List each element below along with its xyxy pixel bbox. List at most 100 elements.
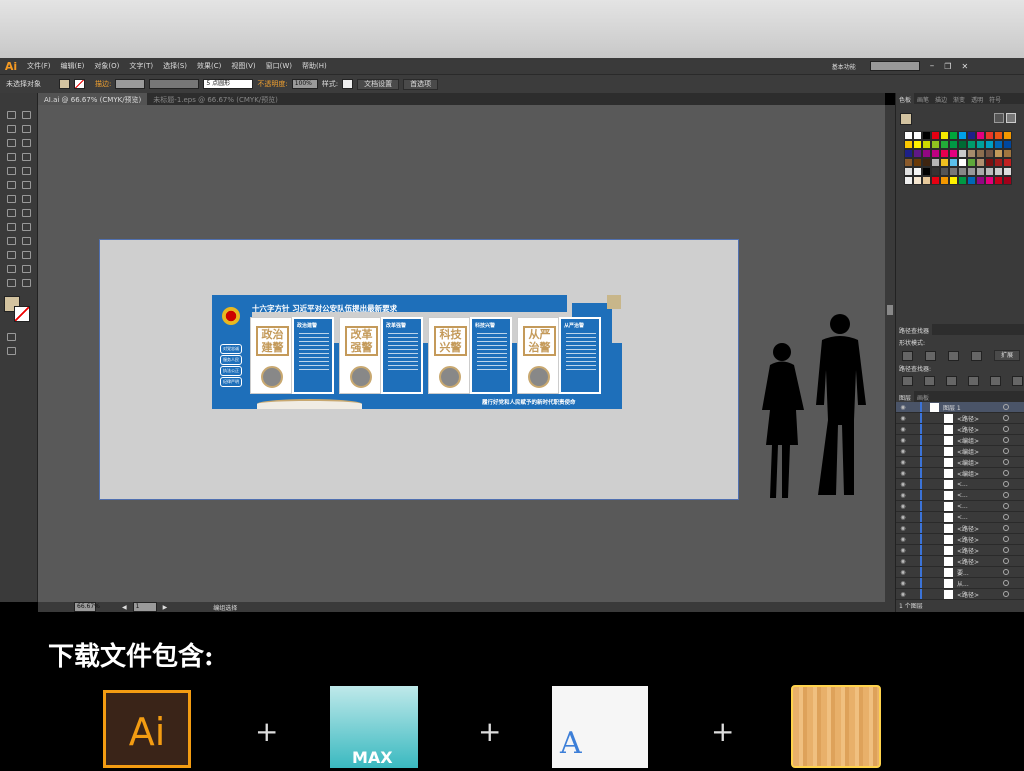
outline-icon[interactable] — [990, 376, 1001, 386]
visibility-eye-icon[interactable]: ◉ — [896, 569, 910, 576]
selection-tool-icon[interactable] — [7, 111, 16, 119]
menu-edit[interactable]: 编辑(E) — [61, 61, 85, 71]
layer-row[interactable]: ◉ <路径> — [896, 534, 1024, 545]
swatch[interactable] — [994, 140, 1003, 149]
preferences-button[interactable]: 首选项 — [403, 78, 439, 90]
menu-type[interactable]: 文字(T) — [129, 61, 153, 71]
swatch[interactable] — [994, 149, 1003, 158]
visibility-eye-icon[interactable]: ◉ — [896, 591, 910, 598]
rectangle-tool-icon[interactable] — [22, 153, 31, 161]
fill-swatch[interactable] — [59, 79, 70, 89]
swatch[interactable] — [922, 131, 931, 140]
swatch[interactable] — [976, 176, 985, 185]
unite-icon[interactable] — [902, 350, 913, 361]
visibility-eye-icon[interactable]: ◉ — [896, 514, 910, 521]
swatch[interactable] — [958, 131, 967, 140]
swatch[interactable] — [922, 140, 931, 149]
swatch[interactable] — [967, 176, 976, 185]
eyedropper-icon[interactable] — [7, 237, 16, 245]
tab-swatches[interactable]: 色板 — [896, 93, 915, 104]
zoom-tool-icon[interactable] — [22, 279, 31, 287]
swatch[interactable] — [967, 158, 976, 167]
swatch[interactable] — [1003, 149, 1012, 158]
swatch[interactable] — [904, 158, 913, 167]
width-tool-icon[interactable] — [7, 195, 16, 203]
swatch[interactable] — [913, 149, 922, 158]
swatch[interactable] — [1003, 131, 1012, 140]
gradient-tool-icon[interactable] — [22, 223, 31, 231]
swatch[interactable] — [931, 131, 940, 140]
layer-row[interactable]: ◉ <编组> — [896, 457, 1024, 468]
target-icon[interactable] — [1003, 415, 1009, 421]
swatch[interactable] — [1003, 176, 1012, 185]
layer-row[interactable]: ◉ <路径> — [896, 589, 1024, 600]
next-artboard-icon[interactable]: ▶ — [163, 604, 168, 611]
hand-tool-icon[interactable] — [7, 279, 16, 287]
swatch[interactable] — [949, 158, 958, 167]
target-icon[interactable] — [1003, 470, 1009, 476]
merge-icon[interactable] — [946, 376, 957, 386]
magic-wand-icon[interactable] — [7, 125, 16, 133]
swatch[interactable] — [1003, 158, 1012, 167]
swatch[interactable] — [904, 140, 913, 149]
swatch[interactable] — [949, 176, 958, 185]
scale-tool-icon[interactable] — [22, 181, 31, 189]
swatch[interactable] — [976, 131, 985, 140]
opacity-label[interactable]: 不透明度: — [257, 79, 287, 89]
menu-file[interactable]: 文件(F) — [27, 61, 51, 71]
swatch[interactable] — [913, 176, 922, 185]
target-icon[interactable] — [1003, 448, 1009, 454]
visibility-eye-icon[interactable]: ◉ — [896, 459, 910, 466]
minimize-icon[interactable]: – — [930, 61, 935, 71]
free-transform-icon[interactable] — [22, 195, 31, 203]
visibility-eye-icon[interactable]: ◉ — [896, 415, 910, 422]
divide-icon[interactable] — [902, 376, 913, 386]
target-icon[interactable] — [1003, 547, 1009, 553]
swatch[interactable] — [931, 167, 940, 176]
tab-transparency[interactable]: 透明 — [968, 93, 986, 104]
swatch[interactable] — [940, 140, 949, 149]
tab-gradient[interactable]: 渐变 — [950, 93, 968, 104]
swatch[interactable] — [1003, 140, 1012, 149]
layer-row[interactable]: ◉ <路径> — [896, 523, 1024, 534]
swatch[interactable] — [904, 149, 913, 158]
swatch[interactable] — [949, 140, 958, 149]
variable-width[interactable] — [149, 79, 200, 89]
visibility-eye-icon[interactable]: ◉ — [896, 558, 910, 565]
visibility-eye-icon[interactable]: ◉ — [896, 525, 910, 532]
search-input[interactable] — [869, 61, 920, 71]
visibility-eye-icon[interactable]: ◉ — [896, 448, 910, 455]
layer-row[interactable]: ◉ <路径> — [896, 545, 1024, 556]
layer-row[interactable]: ◉ 要... — [896, 567, 1024, 578]
swatch[interactable] — [976, 158, 985, 167]
swatch[interactable] — [940, 131, 949, 140]
target-icon[interactable] — [1003, 580, 1009, 586]
target-icon[interactable] — [1003, 481, 1009, 487]
list-view-icon[interactable] — [994, 113, 1004, 123]
minus-front-icon[interactable] — [925, 350, 936, 361]
swatch[interactable] — [913, 131, 922, 140]
layer-row[interactable]: ◉ <编组> — [896, 468, 1024, 479]
swatch[interactable] — [976, 149, 985, 158]
swatch[interactable] — [985, 158, 994, 167]
swatch[interactable] — [913, 158, 922, 167]
expand-button[interactable]: 扩展 — [994, 350, 1021, 361]
artboard-tool-icon[interactable] — [7, 265, 16, 273]
layer-row[interactable]: ◉ 图层 1 — [896, 402, 1024, 413]
swatch[interactable] — [985, 167, 994, 176]
symbol-sprayer-icon[interactable] — [7, 251, 16, 259]
swatch[interactable] — [976, 167, 985, 176]
layer-row[interactable]: ◉ 从... — [896, 578, 1024, 589]
visibility-eye-icon[interactable]: ◉ — [896, 580, 910, 587]
target-icon[interactable] — [1003, 437, 1009, 443]
stroke-color[interactable] — [14, 306, 30, 322]
tab-ai-document[interactable]: AI.ai @ 66.67% (CMYK/预览) — [38, 93, 148, 105]
swatch[interactable] — [985, 176, 994, 185]
visibility-eye-icon[interactable]: ◉ — [896, 437, 910, 444]
swatch[interactable] — [940, 167, 949, 176]
intersect-icon[interactable] — [948, 350, 959, 361]
style-swatch[interactable] — [342, 79, 354, 89]
visibility-eye-icon[interactable]: ◉ — [896, 470, 910, 477]
layer-row[interactable]: ◉ <... — [896, 479, 1024, 490]
crop-icon[interactable] — [968, 376, 979, 386]
